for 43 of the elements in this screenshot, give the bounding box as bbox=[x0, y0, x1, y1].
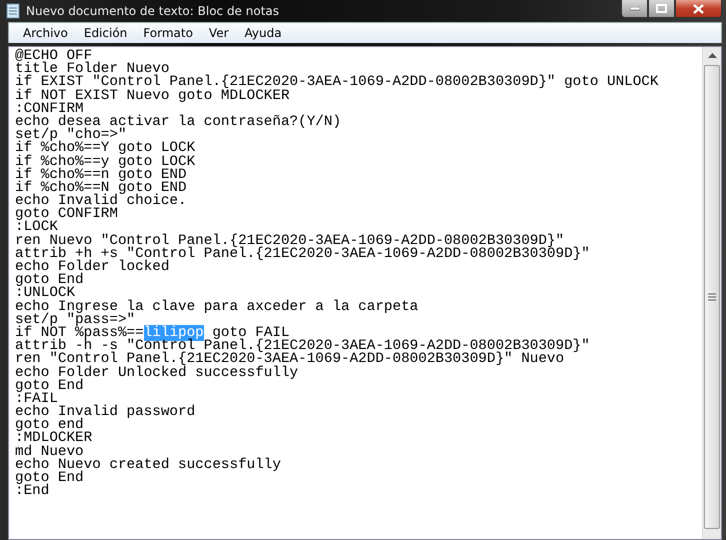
notepad-icon bbox=[6, 3, 20, 19]
code-line: :UNLOCK bbox=[15, 287, 76, 301]
code-line: set/p "pass=>" bbox=[15, 314, 136, 327]
code-line: :LOCK bbox=[15, 221, 58, 235]
menu-item[interactable]: Ayuda bbox=[236, 26, 290, 40]
menu-item[interactable]: Archivo bbox=[15, 26, 76, 40]
close-icon bbox=[693, 4, 704, 14]
code-line: goto End bbox=[15, 274, 85, 288]
window-title: Nuevo documento de texto: Bloc de notas bbox=[26, 4, 280, 18]
menu-item[interactable]: Ver bbox=[200, 26, 237, 40]
maximize-icon bbox=[656, 4, 667, 13]
minimize-button[interactable] bbox=[621, 0, 648, 18]
code-line: if %cho%==y goto LOCK bbox=[15, 156, 196, 169]
code-line: if %cho%==Y goto LOCK bbox=[15, 142, 196, 156]
menu-item[interactable]: Formato bbox=[135, 26, 201, 40]
code-line: echo Invalid choice. bbox=[15, 195, 188, 208]
code-line: if EXIST "Control Panel.{21EC2020-3AEA-1069-A2DD-08002B30309D}" goto UNLOCK bbox=[15, 76, 660, 90]
code-line: echo Invalid password bbox=[15, 406, 196, 420]
code-line: echo Nuevo created successfully bbox=[15, 458, 282, 472]
code-line: goto End bbox=[15, 380, 85, 393]
code-line: attrib +h +s "Control Panel.{21EC2020-3AEA-1069-A2DD-08002B30309D}" bbox=[15, 248, 591, 261]
code-line: :End bbox=[15, 485, 50, 498]
code-line: ren Nuevo "Control Panel.{21EC2020-3AEA-1069-A2DD-08002B30309D}" bbox=[15, 234, 564, 248]
code-line: echo Folder Unlocked successfully bbox=[15, 366, 298, 380]
maximize-button[interactable] bbox=[648, 0, 675, 18]
code-line: goto CONFIRM bbox=[15, 208, 119, 222]
minimize-icon bbox=[630, 6, 640, 10]
scroll-thumb[interactable] bbox=[704, 65, 720, 529]
menu-item[interactable]: Edición bbox=[76, 26, 136, 40]
code-line: goto End bbox=[15, 472, 85, 486]
code-line: ren "Control Panel.{21EC2020-3AEA-1069-A2DD-08002B30309D}" Nuevo bbox=[15, 353, 564, 366]
scroll-up-icon[interactable] bbox=[708, 53, 716, 59]
code-line: echo Ingrese la clave para axceder a la carpeta bbox=[15, 300, 420, 314]
code-line: :CONFIRM bbox=[15, 102, 84, 116]
code-line: md Nuevo bbox=[15, 446, 84, 459]
code-line: :MDLOCKER bbox=[15, 432, 94, 446]
code-line: :FAIL bbox=[15, 392, 59, 406]
scrollbar[interactable] bbox=[702, 47, 721, 539]
code-line: if NOT EXIST Nuevo goto MDLOCKER bbox=[15, 90, 290, 103]
code-line: if %cho%==n goto END bbox=[15, 168, 188, 182]
code-line: goto end bbox=[15, 419, 84, 432]
close-button[interactable] bbox=[675, 0, 722, 18]
grip-icon bbox=[708, 293, 716, 301]
